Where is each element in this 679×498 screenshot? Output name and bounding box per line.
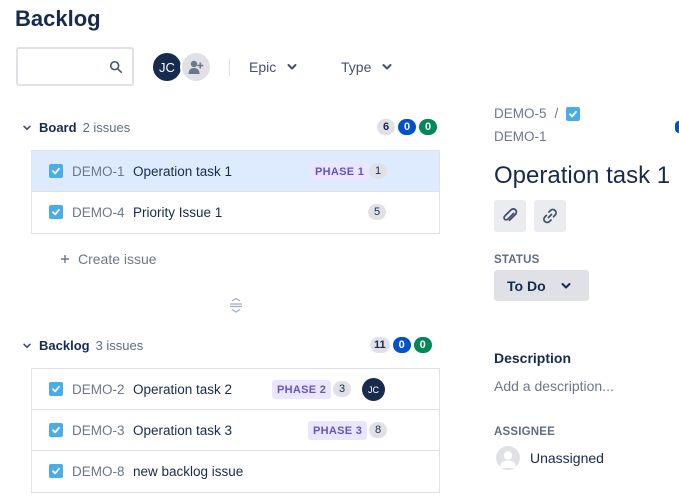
attach-button[interactable] [494,200,526,232]
board-issue-list: DEMO-1 Operation task 1 PHASE 1 1 DEMO-4… [31,150,440,234]
create-issue-button[interactable]: Create issue [60,251,157,267]
issue-summary: Operation task 1 [133,163,233,179]
create-issue-label: Create issue [78,251,157,267]
toolbar-divider [229,58,230,76]
backlog-issue-list: DEMO-2 Operation task 2 PHASE 2 3 JC DEM… [31,368,440,493]
panel-status-dot [675,121,679,133]
story-points-badge: 5 [368,204,386,220]
task-checkbox-icon [566,106,581,121]
done-count-badge: 0 [419,119,437,135]
assignee-field[interactable]: Unassigned [496,446,604,470]
epic-label: PHASE 1 [310,162,370,181]
status-dropdown[interactable]: To Do [494,270,589,301]
add-people-icon [188,60,204,74]
in-progress-count-badge: 0 [392,337,411,353]
issue-key[interactable]: DEMO-8 [72,464,125,479]
issue-summary: new backlog issue [133,464,244,479]
issue-summary: Priority Issue 1 [133,205,223,220]
issue-title[interactable]: Operation task 1 [494,162,670,190]
issue-key[interactable]: DEMO-3 [72,423,125,438]
paperclip-icon [503,208,518,222]
board-section-header[interactable]: Board 2 issues [22,120,130,135]
parent-issue-link[interactable]: DEMO-5 [494,106,547,121]
breadcrumb-separator: / [554,106,559,121]
description-heading: Description [494,350,572,366]
assignee-label: ASSIGNEE [494,426,556,438]
task-checkbox-icon [49,464,63,478]
epic-label: PHASE 3 [308,421,368,440]
issue-key-link[interactable]: DEMO-1 [494,129,580,144]
type-filter-label: Type [341,59,372,75]
description-field[interactable]: Add a description... [494,378,614,394]
epic-filter-label: Epic [249,59,277,75]
issue-summary: Operation task 3 [133,422,233,438]
board-status-badges: 6 0 0 [377,119,437,135]
in-progress-count-badge: 0 [398,119,416,135]
backlog-section-header[interactable]: Backlog 3 issues [22,338,143,353]
breadcrumb: DEMO-5 / DEMO-1 [494,106,581,144]
task-checkbox-icon [49,382,63,396]
task-checkbox-icon [49,164,63,178]
user-avatar-filter[interactable]: JC [151,51,183,83]
link-icon [543,208,557,224]
assignee-value: Unassigned [530,450,604,466]
link-issue-button[interactable] [534,200,566,232]
user-placeholder-icon [496,446,520,470]
issue-summary: Operation task 2 [133,381,233,397]
backlog-section-name: Backlog [39,338,90,353]
status-label: STATUS [494,254,540,266]
plus-icon [61,255,69,263]
task-checkbox-icon [49,423,63,437]
type-filter-button[interactable]: Type [341,52,393,82]
task-checkbox-icon [49,205,63,219]
issue-row[interactable]: DEMO-4 Priority Issue 1 5 [32,192,439,233]
chevron-down-icon [287,64,297,70]
search-input[interactable] [18,49,108,84]
backlog-status-badges: 11 0 0 [370,337,432,353]
search-box[interactable] [16,47,134,86]
add-people-button[interactable] [180,51,212,83]
chevron-down-icon [23,125,31,130]
story-points-badge: 3 [333,381,351,397]
issue-key[interactable]: DEMO-2 [72,382,125,397]
epic-label: PHASE 2 [272,380,332,399]
backlog-section-count: 3 issues [95,338,144,353]
todo-count-badge: 11 [370,337,390,353]
chevron-down-icon [382,64,392,70]
board-section-name: Board [39,120,77,135]
issue-row[interactable]: DEMO-3 Operation task 3 PHASE 3 8 [32,410,439,451]
assignee-avatar[interactable]: JC [362,378,385,401]
search-icon[interactable] [109,60,123,74]
story-points-badge: 8 [369,422,387,438]
page-title: Backlog [15,6,101,31]
issue-row[interactable]: DEMO-2 Operation task 2 PHASE 2 3 JC [32,369,439,410]
issue-row[interactable]: DEMO-8 new backlog issue [32,451,439,492]
epic-filter-button[interactable]: Epic [249,52,298,82]
issue-key[interactable]: DEMO-4 [72,205,125,220]
done-count-badge: 0 [413,337,432,353]
issue-row[interactable]: DEMO-1 Operation task 1 PHASE 1 1 [32,151,439,192]
chevron-down-icon [561,282,571,288]
board-section-count: 2 issues [82,120,131,135]
todo-count-badge: 6 [377,119,395,135]
drag-handle-icon[interactable] [228,297,244,313]
chevron-down-icon [23,343,31,348]
status-value: To Do [507,277,546,294]
story-points-badge: 1 [369,163,387,179]
issue-key[interactable]: DEMO-1 [72,164,125,179]
